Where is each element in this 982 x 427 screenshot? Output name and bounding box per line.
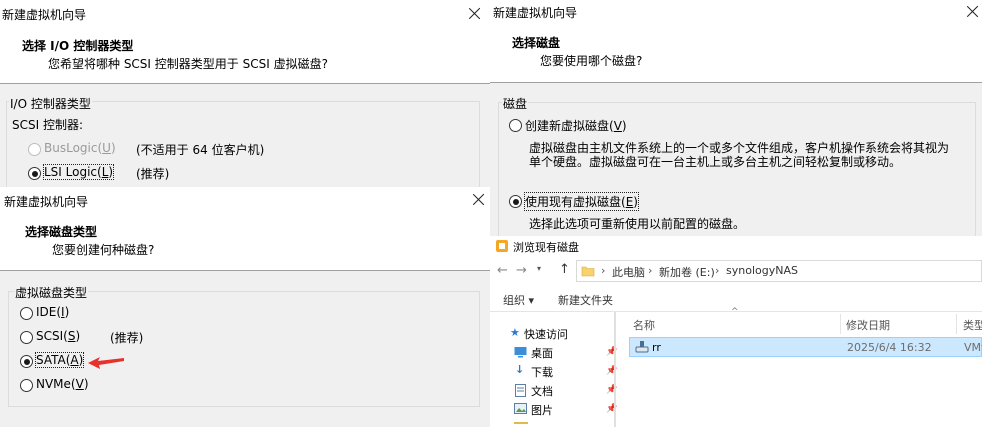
radio-note: (不适用于 64 位客户机)	[136, 143, 265, 157]
dialog-body: 虚拟磁盘类型 IDE(I) SCSI(S) (推荐) SATA(A) NVMe(…	[0, 271, 490, 427]
radio-scsi[interactable]: SCSI(S) (推荐)	[20, 329, 270, 347]
nav-item-downloads[interactable]: ↓ 下载 📌	[514, 363, 620, 380]
radio-circle[interactable]	[20, 331, 33, 344]
radio-lsi-logic[interactable]: LSI Logic(L) (推荐)	[28, 164, 328, 183]
page-title: 选择磁盘	[512, 36, 561, 50]
radio-circle[interactable]	[20, 307, 33, 320]
create-description-line2: 单个硬盘。虚拟磁盘可在一台主机上或多台主机之间轻松复制或移动。	[529, 155, 902, 169]
radio-note: (推荐)	[136, 167, 170, 181]
radio-circle[interactable]	[28, 167, 41, 180]
desktop-icon	[514, 347, 527, 358]
nav-item-desktop[interactable]: 桌面 📌	[514, 345, 620, 361]
arrow-shape	[88, 357, 124, 369]
radio-ide[interactable]: IDE(I)	[20, 305, 220, 323]
window-title: 浏览现有磁盘	[513, 241, 579, 254]
dialog-body: 磁盘 创建新虚拟磁盘(V) 虚拟磁盘由主机文件系统上的一个或多个文件组成，客户机…	[490, 83, 982, 236]
forward-icon[interactable]: →	[516, 263, 527, 278]
group-label: 磁盘	[502, 95, 529, 112]
browse-disk-window: 浏览现有磁盘 ← → ▾ ↑ › 此电脑 › 新加卷 (E:) › synolo…	[490, 236, 982, 427]
nav-label: 快速访问	[524, 328, 568, 341]
nav-label: 文档	[531, 385, 553, 398]
scsi-controller-label: SCSI 控制器:	[12, 118, 84, 132]
folder-icon	[581, 266, 595, 277]
app-icon	[496, 240, 508, 252]
radio-label: LSI Logic(L)	[42, 164, 115, 180]
radio-circle[interactable]	[509, 119, 522, 132]
nav-item-quick-access[interactable]: ★ 快速访问	[510, 326, 620, 342]
breadcrumb-folder[interactable]: synologyNAS	[726, 264, 798, 277]
window-title: 新建虚拟机向导	[493, 6, 578, 20]
radio-circle[interactable]	[20, 355, 33, 368]
red-arrow-icon	[88, 357, 124, 369]
file-date: 2025/6/4 16:32	[847, 341, 932, 354]
radio-label: 创建新虚拟磁盘(V)	[525, 119, 627, 133]
nav-item-documents[interactable]: 文档 📌	[514, 383, 620, 399]
file-type: VMware	[964, 341, 982, 354]
nav-scrollbar[interactable]	[614, 312, 616, 427]
nav-item-partial	[514, 422, 528, 427]
virtual-disk-icon	[635, 341, 649, 353]
table-row[interactable]: rr 2025/6/4 16:32 VMware	[629, 337, 982, 357]
radio-label: BusLogic(U)	[44, 141, 116, 155]
navigation-pane: ★ 快速访问 桌面 📌 ↓ 下载 📌 文档 📌 图片 📌	[490, 312, 620, 427]
picture-icon	[514, 403, 527, 414]
download-icon: ↓	[515, 363, 525, 376]
sort-indicator-icon: ^	[731, 307, 739, 317]
group-label: I/O 控制器类型	[9, 95, 92, 112]
breadcrumb-separator-icon: ›	[648, 264, 653, 277]
dialog-body: I/O 控制器类型 SCSI 控制器: BusLogic(U) (不适用于 64…	[0, 84, 490, 187]
radio-nvme[interactable]: NVMe(V)	[20, 377, 220, 395]
column-header-type[interactable]: 类型	[963, 317, 982, 333]
page-title: 选择 I/O 控制器类型	[22, 39, 134, 53]
radio-use-existing-disk[interactable]: 使用现有虚拟磁盘(E)	[509, 192, 809, 211]
io-controller-dialog: 新建虚拟机向导 选择 I/O 控制器类型 您希望将哪种 SCSI 控制器类型用于…	[0, 0, 490, 187]
radio-note: (推荐)	[110, 331, 144, 345]
close-icon[interactable]	[467, 6, 483, 22]
radio-label: SATA(A)	[34, 352, 85, 368]
window-title: 新建虚拟机向导	[4, 195, 89, 209]
nav-label: 下载	[531, 366, 553, 379]
disk-type-dialog: 新建虚拟机向导 选择磁盘类型 您要创建何种磁盘? 虚拟磁盘类型 IDE(I) S…	[0, 187, 490, 427]
breadcrumb-drive[interactable]: 新加卷 (E:)	[659, 264, 715, 280]
column-header-date[interactable]: 修改日期	[846, 317, 890, 333]
close-icon[interactable]	[471, 192, 487, 208]
organize-menu[interactable]: 组织 ▾	[503, 292, 534, 308]
page-subtitle: 您要使用哪个磁盘?	[540, 54, 643, 68]
column-divider	[956, 314, 957, 334]
nav-label: 图片	[531, 404, 553, 417]
group-label: 虚拟磁盘类型	[14, 284, 89, 301]
close-icon[interactable]	[965, 4, 981, 20]
nav-item-pictures[interactable]: 图片 📌	[514, 402, 620, 418]
new-folder-button[interactable]: 新建文件夹	[558, 292, 613, 308]
breadcrumb-separator-icon: ›	[715, 264, 720, 277]
radio-create-new-disk[interactable]: 创建新虚拟磁盘(V)	[509, 117, 809, 135]
radio-buslogic[interactable]: BusLogic(U) (不适用于 64 位客户机)	[28, 141, 328, 159]
document-icon	[515, 384, 526, 397]
page-subtitle: 您要创建何种磁盘?	[52, 243, 155, 257]
page-title: 选择磁盘类型	[25, 225, 98, 239]
radio-circle[interactable]	[509, 195, 522, 208]
star-icon: ★	[510, 326, 520, 339]
radio-label: NVMe(V)	[36, 377, 89, 391]
window-title: 新建虚拟机向导	[2, 8, 87, 22]
radio-label: SCSI(S)	[36, 329, 81, 343]
up-icon[interactable]: ↑	[559, 262, 570, 277]
address-bar[interactable]: › 此电脑 › 新加卷 (E:) › synologyNAS	[576, 260, 982, 282]
back-icon[interactable]: ←	[497, 263, 508, 278]
column-header-name[interactable]: 名称	[633, 317, 655, 333]
radio-label: 使用现有虚拟磁盘(E)	[524, 192, 639, 211]
radio-label: IDE(I)	[36, 305, 70, 319]
existing-description: 选择此选项可重新使用以前配置的磁盘。	[529, 217, 746, 231]
radio-circle[interactable]	[28, 143, 41, 156]
breadcrumb-this-pc[interactable]: 此电脑	[612, 264, 645, 280]
nav-label: 桌面	[531, 347, 553, 360]
radio-circle[interactable]	[20, 379, 33, 392]
breadcrumb-separator-icon: ›	[601, 264, 606, 277]
column-divider	[840, 314, 841, 334]
file-name: rr	[652, 341, 661, 354]
page-subtitle: 您希望将哪种 SCSI 控制器类型用于 SCSI 虚拟磁盘?	[48, 57, 328, 71]
select-disk-dialog: 新建虚拟机向导 选择磁盘 您要使用哪个磁盘? 磁盘 创建新虚拟磁盘(V) 虚拟磁…	[490, 0, 982, 236]
history-dropdown-icon[interactable]: ▾	[537, 264, 541, 273]
